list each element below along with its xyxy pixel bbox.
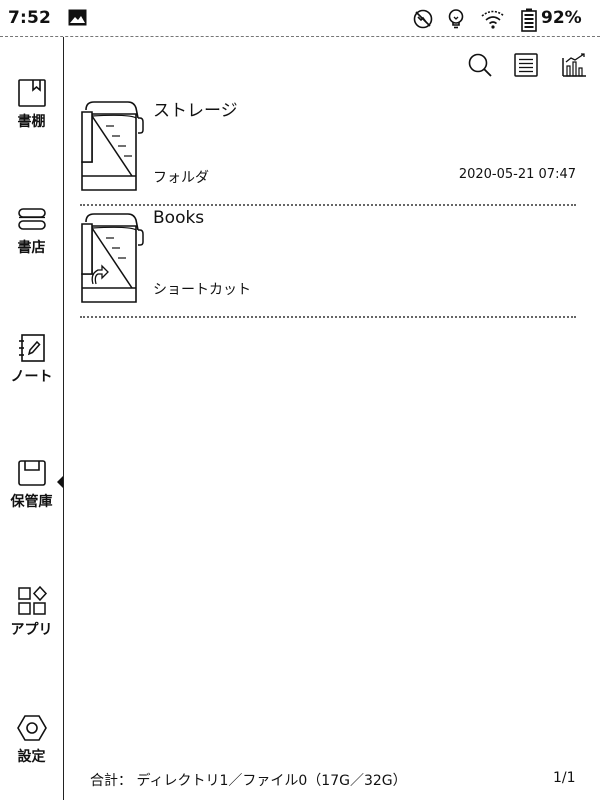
search-icon[interactable]: [467, 52, 493, 78]
storage-summary: 合計： ディレクトリ1／ファイル0（17G／32G）: [90, 773, 407, 789]
sidebar-item-label: 設定: [17, 749, 46, 765]
apps-grid-icon: [17, 585, 47, 615]
list-item[interactable]: Books ショートカット: [80, 208, 576, 318]
file-type: フォルダ: [153, 170, 209, 186]
sidebar-item-bookshelf[interactable]: 書棚: [0, 77, 63, 131]
image-icon: [68, 9, 87, 26]
store-icon: [17, 208, 46, 230]
row-divider: [80, 316, 576, 318]
sidebar-item-label: 書棚: [17, 114, 46, 130]
battery-percent: 92%: [541, 8, 582, 28]
file-name: ストレージ: [153, 101, 238, 121]
sidebar-item-settings[interactable]: 設定: [0, 712, 63, 766]
folder-shortcut-icon: [81, 213, 144, 303]
folder-icon: [81, 101, 144, 191]
bookmark-book-icon: [17, 79, 46, 107]
wifi-icon: [481, 10, 505, 29]
note-pen-icon: [18, 334, 45, 362]
page-indicator: 1/1: [553, 770, 576, 786]
sidebar-item-apps[interactable]: アプリ: [0, 585, 63, 639]
sidebar-item-label: アプリ: [10, 622, 53, 638]
row-divider: [80, 204, 576, 206]
clock: 7:52: [8, 8, 52, 28]
stats-icon[interactable]: [561, 52, 587, 78]
sidebar: 書棚 書店 ノート 保管庫 アプリ 設定: [0, 37, 64, 800]
sidebar-item-label: 保管庫: [10, 494, 53, 510]
sidebar-item-notes[interactable]: ノート: [0, 332, 63, 386]
status-bar: 7:52 92%: [0, 0, 600, 36]
file-date: 2020-05-21 07:47: [458, 167, 576, 182]
battery-icon: [521, 8, 537, 32]
sidebar-item-label: ノート: [10, 369, 53, 385]
sidebar-item-storage[interactable]: 保管庫: [0, 457, 63, 511]
list-item[interactable]: ストレージ フォルダ 2020-05-21 07:47: [80, 98, 576, 206]
file-type: ショートカット: [153, 282, 251, 298]
sync-off-icon: [413, 9, 433, 29]
sidebar-item-store[interactable]: 書店: [0, 205, 63, 257]
storage-box-icon: [17, 460, 46, 486]
file-name: Books: [153, 208, 205, 228]
list-view-icon[interactable]: [513, 52, 539, 78]
active-indicator: [57, 476, 63, 488]
bulb-icon: [448, 9, 464, 29]
settings-hex-icon: [16, 715, 47, 741]
status-divider: [0, 36, 600, 37]
sidebar-item-label: 書店: [17, 240, 46, 256]
